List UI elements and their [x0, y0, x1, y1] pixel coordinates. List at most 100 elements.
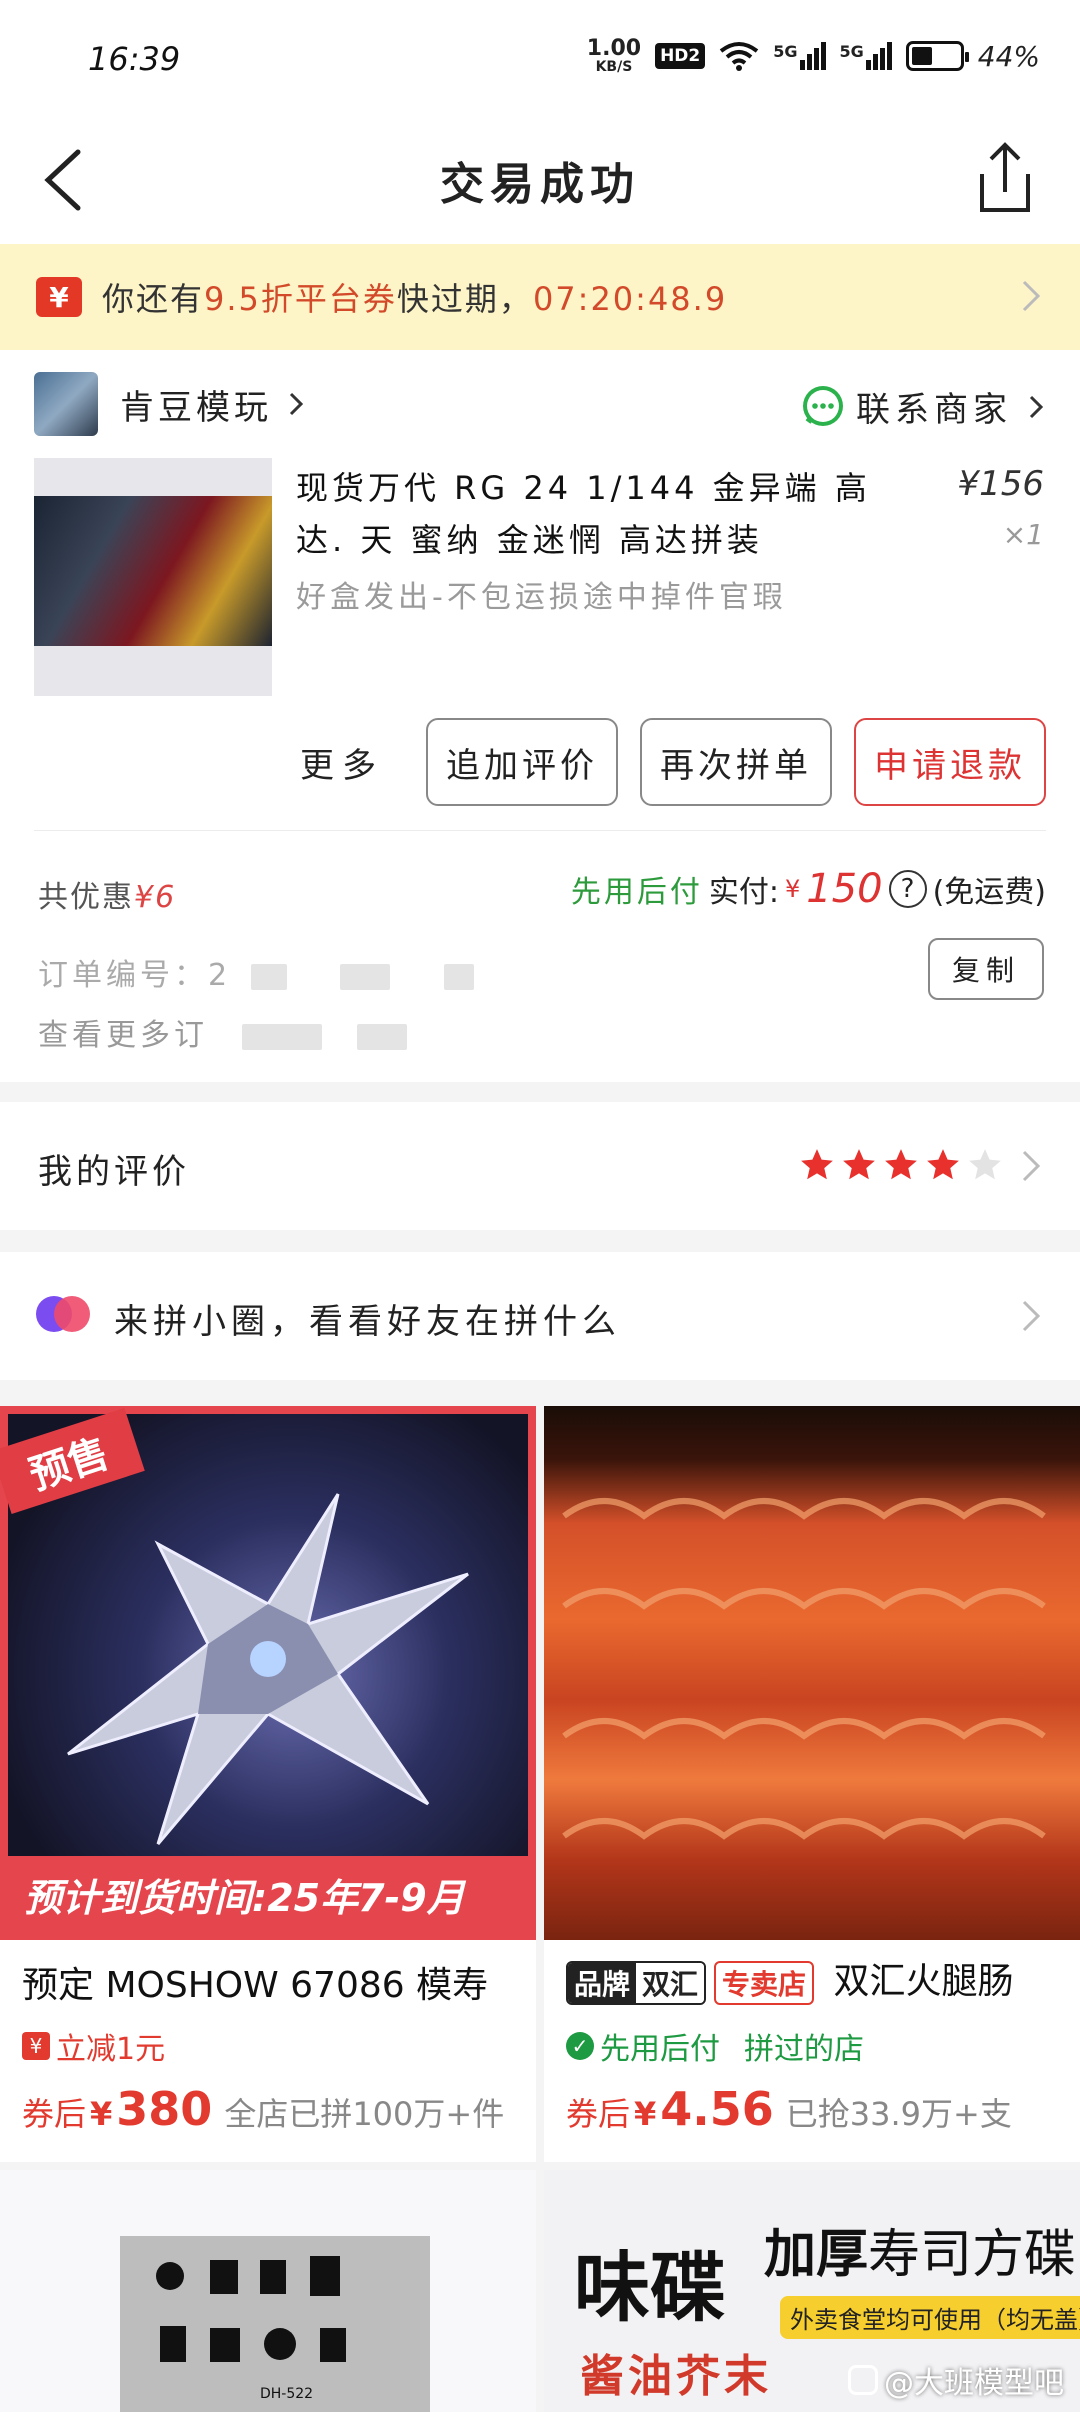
network-speed: 1.00 KB/S [586, 36, 642, 75]
brand-tag-name: 双汇 [636, 1963, 705, 2003]
shop-link[interactable]: 肯豆模玩 [34, 372, 310, 436]
coupon-icon: ¥ [36, 277, 82, 317]
my-review-label: 我的评价 [38, 1152, 190, 1192]
sold-count: 已抢33.9万+支 [785, 2095, 1012, 2133]
price-currency: ¥ [634, 2095, 657, 2133]
product-thumbnail[interactable] [34, 458, 272, 696]
feed-promo-text: 立减1元 [56, 2032, 166, 2067]
headline-big: 味碟 [574, 2243, 726, 2332]
pay-later-label: 先用后付 [570, 875, 703, 910]
feed-product-card[interactable]: 预售 预计到货时间:25年7-9月 预定 MOSHOW 67086 模寿 ¥ 立… [0, 1406, 536, 2162]
more-order-info-link[interactable]: 查看更多订 [38, 1010, 408, 1054]
coupon-highlight: 9.5折平台券 [204, 280, 397, 318]
shop-avatar [34, 372, 98, 436]
usage-subline: 外卖食堂均可使用（均无盖） [780, 2296, 1080, 2339]
my-review-row[interactable]: 我的评价 [0, 1102, 1080, 1230]
price-currency: ¥ [90, 2095, 113, 2133]
feed-product-card[interactable]: 品牌 双汇 专卖店 双汇火腿肠 ✓ 先用后付 拼过的店 券后 ¥ 4.56 已抢33… [544, 1406, 1080, 2162]
chevron-right-icon [1022, 1150, 1041, 1182]
chevron-right-icon [1029, 395, 1044, 418]
star-filled-icon [885, 1149, 917, 1180]
pay-later-icon: ✓ [566, 2032, 594, 2060]
coupon-text-prefix: 你还有 [102, 280, 205, 318]
sausage-illustration [562, 1498, 1046, 1840]
product-quantity: ×1 [1002, 518, 1044, 551]
paid-summary: 先用后付 实付: ¥ 150 ? (免运费) [571, 866, 1046, 912]
add-review-button[interactable]: 追加评价 [426, 718, 618, 806]
coupon-text: 你还有9.5折平台券快过期，07:20:48.9 [102, 274, 727, 320]
divider [34, 830, 1046, 831]
battery-fill [911, 47, 932, 65]
feed-product-title: 预定 MOSHOW 67086 模寿 [22, 1965, 489, 2006]
feed-price-row: 券后 ¥ 380 全店已拼100万+件 [22, 2082, 504, 2136]
status-icons: 1.00 KB/S HD2 5G 5G 44% [586, 36, 1040, 75]
refund-button[interactable]: 申请退款 [854, 718, 1046, 806]
friend-circle-label: 来拼小圈，看看好友在拼什么 [114, 1302, 621, 1342]
chevron-right-icon [1022, 1300, 1041, 1332]
discount-summary: 共优惠¥6 [38, 872, 176, 916]
copy-order-number-button[interactable]: 复制 [927, 938, 1044, 1000]
redacted-block [250, 963, 287, 990]
paid-amount: 150 [806, 866, 883, 912]
battery-percent: 44% [977, 39, 1040, 73]
status-time: 16:39 [88, 40, 181, 78]
redacted-block [340, 963, 391, 990]
sim1-label: 5G [773, 42, 798, 61]
more-actions-link[interactable]: 更多 [300, 738, 384, 787]
chat-bubble-icon [803, 385, 843, 426]
contact-seller-button[interactable]: 联系商家 [800, 382, 1050, 431]
redacted-block [241, 1023, 322, 1050]
product-image: 预售 预计到货时间:25年7-9月 [0, 1406, 536, 1940]
sold-count: 全店已拼100万+件 [224, 2095, 505, 2133]
more-info-label: 查看更多订 [38, 1018, 208, 1053]
watermark-text: @大班模型吧 [884, 2366, 1064, 2401]
watermark: @大班模型吧 [848, 2358, 1064, 2402]
visited-store-tag: 拼过的店 [744, 2032, 864, 2067]
coupon-expiry-banner[interactable]: ¥ 你还有9.5折平台券快过期，07:20:48.9 [0, 244, 1080, 350]
network-speed-value: 1.00 [586, 36, 642, 61]
price-value: 380 [116, 2082, 213, 2136]
share-icon[interactable] [970, 140, 1040, 216]
star-empty-icon [969, 1149, 1001, 1180]
decal-sheet-image: DH-522 [120, 2236, 430, 2412]
shop-name: 肯豆模玩 [120, 387, 272, 428]
feed-price-row: 券后 ¥ 4.56 已抢33.9万+支 [566, 2082, 1012, 2136]
feed-product-card[interactable]: DH-522 [0, 2170, 536, 2412]
official-store-tag: 专卖店 [714, 1961, 815, 2005]
order-actions: 更多 追加评价 再次拼单 申请退款 [300, 718, 1046, 806]
help-icon[interactable]: ? [888, 870, 927, 908]
price-prefix: 券后 [566, 2095, 631, 2133]
discount-value: ¥6 [134, 880, 177, 915]
arrival-time-banner: 预计到货时间:25年7-9月 [8, 1856, 528, 1932]
paid-currency: ¥ [784, 875, 801, 903]
friend-circle-logo-icon [36, 1296, 90, 1332]
nav-bar: 交易成功 [0, 118, 1080, 244]
status-bar: 16:39 1.00 KB/S HD2 5G 5G 44% [0, 0, 1080, 118]
signal-sim2-icon: 5G [840, 42, 892, 70]
feed-promo: ✓ 先用后付 拼过的店 [566, 2024, 864, 2068]
price-prefix: 券后 [22, 2095, 87, 2133]
chevron-right-icon [289, 392, 304, 416]
mecha-illustration [67, 1493, 469, 1845]
order-card: 肯豆模玩 联系商家 现货万代 RG 24 1/144 金异端 高达. 天 蜜纳 … [0, 350, 1080, 1082]
chevron-right-icon [1022, 280, 1041, 312]
feed-promo: ¥ 立减1元 [22, 2024, 165, 2068]
brand-tag: 品牌 双汇 [566, 1961, 707, 2005]
battery-icon [905, 41, 969, 71]
feed-product-name: 双汇火腿肠 [833, 1961, 1014, 2002]
coupon-countdown: 07:20:48.9 [532, 280, 728, 318]
reorder-button[interactable]: 再次拼单 [640, 718, 832, 806]
product-title[interactable]: 现货万代 RG 24 1/144 金异端 高达. 天 蜜纳 金迷惘 高达拼装 [296, 462, 916, 566]
sim2-label: 5G [839, 42, 864, 61]
wifi-icon [720, 42, 759, 71]
product-spec: 好盒发出-不包运损途中掉件官瑕 [296, 580, 787, 615]
star-rating [798, 1146, 1004, 1184]
discount-icon: ¥ [22, 2032, 50, 2060]
star-filled-icon [927, 1149, 959, 1180]
order-number: 订单编号：2 [38, 950, 474, 994]
headline-rest: 寿司方碟 [868, 2225, 1077, 2285]
friend-circle-row[interactable]: 来拼小圈，看看好友在拼什么 [0, 1252, 1080, 1380]
hd-voice-icon: HD2 [655, 43, 706, 69]
discount-label: 共优惠 [38, 880, 134, 915]
page-title: 交易成功 [440, 159, 640, 210]
